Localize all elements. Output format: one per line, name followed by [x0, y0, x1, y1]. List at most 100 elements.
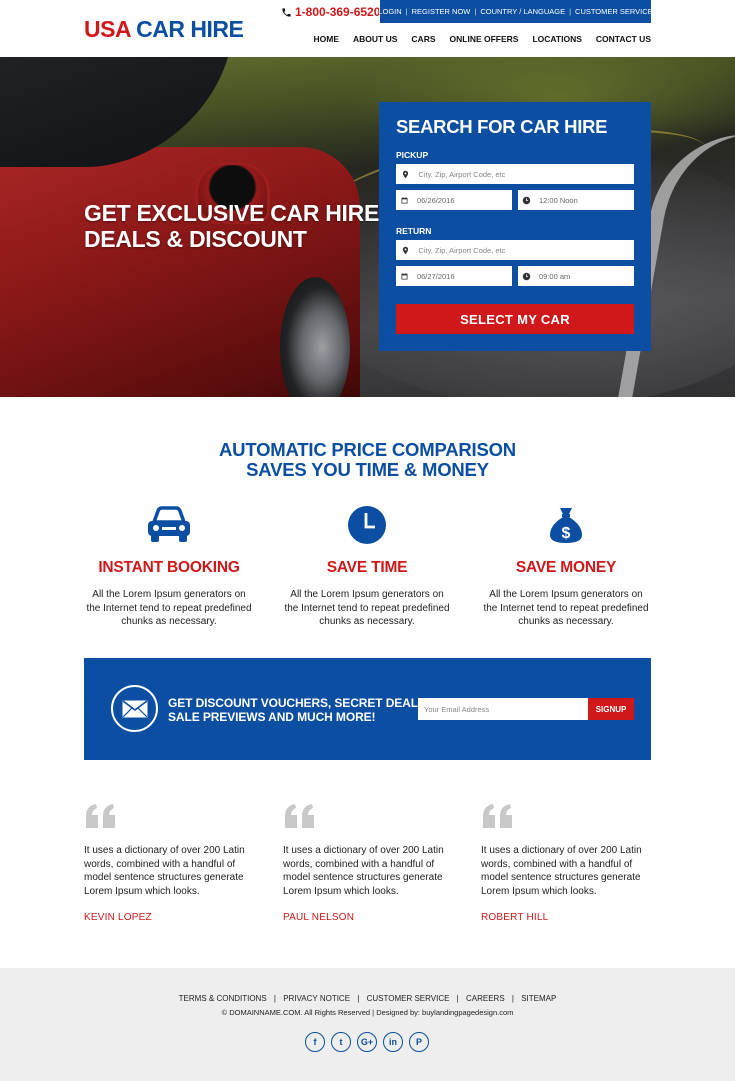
pickup-date-input[interactable]: [412, 190, 512, 210]
testimonial: It uses a dictionary of over 200 Latin w…: [84, 802, 259, 923]
footer-link-sitemap[interactable]: SITEMAP: [521, 994, 556, 1003]
newsletter-text: GET DISCOUNT VOUCHERS, SECRET DEALS, SAL…: [168, 696, 429, 724]
nav-locations[interactable]: LOCATIONS: [532, 34, 581, 44]
top-utility-bar: LOGIN | REGISTER NOW | COUNTRY / LANGUAG…: [378, 0, 653, 23]
footer-separator: |: [456, 994, 459, 1003]
quote-icon: [481, 802, 656, 832]
map-pin-icon: [396, 240, 414, 260]
nav-about-us[interactable]: ABOUT US: [353, 34, 397, 44]
envelope-icon: [111, 685, 158, 732]
email-input[interactable]: [418, 698, 588, 720]
nav-online-offers[interactable]: ONLINE OFFERS: [450, 34, 519, 44]
calendar-icon: [396, 266, 413, 286]
social-links: f t G+ in P: [305, 1032, 429, 1052]
feature-instant-booking: INSTANT BOOKING All the Lorem Ipsum gene…: [84, 505, 254, 629]
topbar-separator: |: [405, 7, 408, 16]
feature-text: All the Lorem Ipsum generators on the In…: [86, 589, 252, 627]
landing-page: USA CAR HIRE 1-800-369-6520 LOGIN | REGI…: [0, 0, 735, 1081]
pickup-location-input[interactable]: [414, 164, 634, 184]
testimonial-text: It uses a dictionary of over 200 Latin w…: [481, 845, 642, 897]
testimonial-name: PAUL NELSON: [283, 912, 355, 924]
hero-headline: GET EXCLUSIVE CAR HIRE DEALS & DISCOUNT: [84, 200, 384, 252]
phone-number[interactable]: 1-800-369-6520: [281, 5, 380, 19]
map-pin-icon: [396, 164, 414, 184]
calendar-icon: [396, 190, 413, 210]
quote-icon: [283, 802, 458, 832]
return-date-field[interactable]: [396, 266, 512, 286]
features-title: AUTOMATIC PRICE COMPARISON SAVES YOU TIM…: [0, 440, 735, 480]
svg-text:$: $: [562, 525, 571, 542]
footer-link-privacy[interactable]: PRIVACY NOTICE: [283, 994, 350, 1003]
logo[interactable]: USA CAR HIRE: [84, 16, 244, 43]
customer-service-link[interactable]: CUSTOMER SERVICE: [575, 7, 653, 16]
feature-title: SAVE TIME: [326, 559, 408, 576]
hero-headline-line1: GET EXCLUSIVE CAR HIRE: [84, 200, 379, 226]
pickup-label: PICKUP: [396, 150, 429, 160]
newsletter-text-line1: GET DISCOUNT VOUCHERS, SECRET DEALS,: [168, 696, 430, 710]
money-bag-icon: $: [481, 505, 651, 545]
search-title: SEARCH FOR CAR HIRE: [396, 116, 608, 137]
nav-cars[interactable]: CARS: [411, 34, 435, 44]
login-link[interactable]: LOGIN: [378, 7, 401, 16]
footer-separator: |: [273, 994, 276, 1003]
pickup-date-field[interactable]: [396, 190, 512, 210]
testimonial: It uses a dictionary of over 200 Latin w…: [481, 802, 656, 923]
feature-title: SAVE MONEY: [515, 559, 617, 576]
testimonial-text: It uses a dictionary of over 200 Latin w…: [283, 845, 444, 897]
select-my-car-button[interactable]: SELECT MY CAR: [396, 304, 634, 334]
signup-button[interactable]: SIGNUP: [588, 698, 634, 720]
testimonial-name: ROBERT HILL: [481, 912, 549, 924]
main-nav: HOME ABOUT US CARS ONLINE OFFERS LOCATIO…: [314, 34, 651, 44]
facebook-icon[interactable]: f: [305, 1032, 325, 1052]
feature-text: All the Lorem Ipsum generators on the In…: [483, 589, 649, 627]
pickup-time-field[interactable]: [518, 190, 634, 210]
footer-link-customer-service[interactable]: CUSTOMER SERVICE: [367, 994, 450, 1003]
search-panel: SEARCH FOR CAR HIRE PICKUP RETURN SELECT: [379, 102, 651, 351]
clock-icon: [518, 190, 535, 210]
return-location-field[interactable]: [396, 240, 634, 260]
quote-icon: [84, 802, 259, 832]
newsletter-text-line2: SALE PREVIEWS AND MUCH MORE!: [168, 710, 376, 724]
twitter-icon[interactable]: t: [331, 1032, 351, 1052]
testimonial-text: It uses a dictionary of over 200 Latin w…: [84, 845, 245, 897]
topbar-separator: |: [569, 7, 572, 16]
feature-save-money: $ SAVE MONEY All the Lorem Ipsum generat…: [481, 505, 651, 629]
feature-save-time: SAVE TIME All the Lorem Ipsum generators…: [282, 505, 452, 629]
pinterest-icon[interactable]: P: [409, 1032, 429, 1052]
footer-link-terms[interactable]: TERMS & CONDITIONS: [179, 994, 267, 1003]
topbar-separator: |: [474, 7, 477, 16]
return-time-field[interactable]: [518, 266, 634, 286]
footer: TERMS & CONDITIONS | PRIVACY NOTICE | CU…: [0, 968, 735, 1081]
country-language-link[interactable]: COUNTRY / LANGUAGE: [480, 7, 565, 16]
footer-links: TERMS & CONDITIONS | PRIVACY NOTICE | CU…: [0, 994, 735, 1003]
clock-icon: [518, 266, 535, 286]
return-time-input[interactable]: [534, 266, 634, 286]
header: USA CAR HIRE 1-800-369-6520 LOGIN | REGI…: [0, 0, 735, 57]
return-label: RETURN: [396, 226, 432, 236]
register-link[interactable]: REGISTER NOW: [412, 7, 471, 16]
pickup-time-input[interactable]: [534, 190, 634, 210]
google-plus-icon[interactable]: G+: [357, 1032, 377, 1052]
return-location-input[interactable]: [414, 240, 634, 260]
footer-link-careers[interactable]: CAREERS: [466, 994, 505, 1003]
testimonial: It uses a dictionary of over 200 Latin w…: [283, 802, 458, 923]
features-title-line2: SAVES YOU TIME & MONEY: [246, 459, 489, 480]
hero-headline-line2: DEALS & DISCOUNT: [84, 226, 307, 252]
logo-part1: USA: [84, 16, 131, 42]
phone-text: 1-800-369-6520: [295, 5, 381, 19]
testimonial-name: KEVIN LOPEZ: [84, 912, 152, 924]
return-date-input[interactable]: [412, 266, 512, 286]
newsletter-banner: GET DISCOUNT VOUCHERS, SECRET DEALS, SAL…: [84, 658, 651, 760]
feature-text: All the Lorem Ipsum generators on the In…: [284, 589, 450, 627]
features-title-line1: AUTOMATIC PRICE COMPARISON: [219, 439, 516, 460]
feature-title: INSTANT BOOKING: [98, 559, 240, 576]
phone-icon: [282, 7, 291, 17]
car-icon: [84, 505, 254, 545]
logo-part2: CAR HIRE: [136, 16, 244, 42]
nav-contact-us[interactable]: CONTACT US: [596, 34, 651, 44]
pickup-location-field[interactable]: [396, 164, 634, 184]
nav-home[interactable]: HOME: [314, 34, 340, 44]
footer-separator: |: [511, 994, 514, 1003]
linkedin-icon[interactable]: in: [383, 1032, 403, 1052]
copyright: © DOMAINNAME.COM. All Rights Reserved | …: [221, 1008, 514, 1017]
